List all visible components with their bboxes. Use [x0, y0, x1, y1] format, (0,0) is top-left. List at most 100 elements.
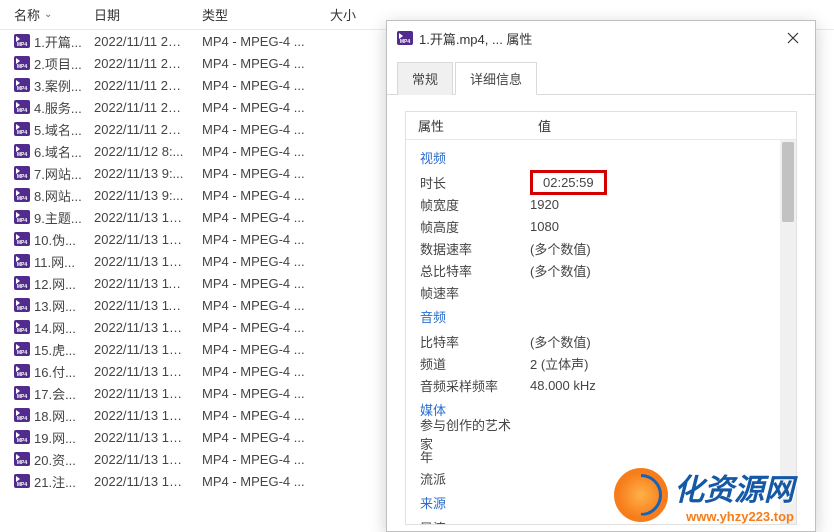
cell-type: MP4 - MPEG-4 ... [194, 166, 322, 181]
cell-name: 9.主题... [6, 208, 86, 227]
vertical-scrollbar[interactable] [780, 140, 796, 524]
scrollbar-thumb[interactable] [782, 142, 794, 222]
duration-highlight: 02:25:59 [530, 170, 607, 195]
cell-name: 13.网... [6, 296, 86, 315]
cell-date: 2022/11/11 21... [86, 34, 194, 49]
cell-date: 2022/11/12 8:... [86, 144, 194, 159]
tab-details[interactable]: 详细信息 [455, 62, 537, 95]
cell-type: MP4 - MPEG-4 ... [194, 254, 322, 269]
prop-frame-height[interactable]: 帧高度1080 [406, 215, 796, 237]
cell-date: 2022/11/11 22... [86, 122, 194, 137]
cell-date: 2022/11/13 17... [86, 474, 194, 489]
dialog-tabs: 常规 详细信息 [387, 55, 815, 95]
prop-frame-rate[interactable]: 帧速率 [406, 281, 796, 303]
mp4-file-icon [14, 232, 30, 246]
cell-type: MP4 - MPEG-4 ... [194, 452, 322, 467]
cell-type: MP4 - MPEG-4 ... [194, 210, 322, 225]
column-date[interactable]: 日期 [86, 5, 194, 24]
mp4-file-icon [14, 474, 30, 488]
cell-date: 2022/11/11 21... [86, 78, 194, 93]
column-name[interactable]: 名称⌄ [6, 5, 86, 24]
prop-data-rate[interactable]: 数据速率(多个数值) [406, 237, 796, 259]
cell-date: 2022/11/13 9:... [86, 166, 194, 181]
mp4-file-icon [14, 100, 30, 114]
cell-name: 5.域名... [6, 120, 86, 139]
cell-type: MP4 - MPEG-4 ... [194, 34, 322, 49]
column-type[interactable]: 类型 [194, 5, 322, 24]
cell-name: 2.项目... [6, 54, 86, 73]
mp4-file-icon [14, 34, 30, 48]
details-panel-inner: 属性 值 视频 时长02:25:59 帧宽度1920 帧高度1080 数据速率(… [405, 111, 797, 525]
mp4-file-icon [14, 254, 30, 268]
cell-date: 2022/11/11 21... [86, 100, 194, 115]
section-video: 视频 [406, 144, 796, 171]
cell-name: 16.付... [6, 362, 86, 381]
cell-name: 15.虎... [6, 340, 86, 359]
mp4-file-icon [14, 276, 30, 290]
mp4-file-icon [397, 31, 413, 45]
cell-type: MP4 - MPEG-4 ... [194, 122, 322, 137]
mp4-file-icon [14, 188, 30, 202]
cell-type: MP4 - MPEG-4 ... [194, 342, 322, 357]
dialog-title: 1.开篇.mp4, ... 属性 [419, 29, 771, 48]
cell-name: 3.案例... [6, 76, 86, 95]
cell-name: 1.开篇... [6, 32, 86, 51]
prop-genre[interactable]: 流派 [406, 467, 796, 489]
mp4-file-icon [14, 386, 30, 400]
cell-type: MP4 - MPEG-4 ... [194, 474, 322, 489]
mp4-file-icon [14, 364, 30, 378]
cell-name: 8.网站... [6, 186, 86, 205]
cell-date: 2022/11/13 10... [86, 254, 194, 269]
tab-general[interactable]: 常规 [397, 62, 453, 95]
header-property[interactable]: 属性 [406, 116, 526, 135]
cell-name: 10.伪... [6, 230, 86, 249]
prop-channels[interactable]: 频道2 (立体声) [406, 352, 796, 374]
prop-header: 属性 值 [406, 112, 796, 140]
prop-total-bitrate[interactable]: 总比特率(多个数值) [406, 259, 796, 281]
prop-sample-rate[interactable]: 音频采样频率48.000 kHz [406, 374, 796, 396]
cell-date: 2022/11/13 16... [86, 430, 194, 445]
cell-type: MP4 - MPEG-4 ... [194, 188, 322, 203]
cell-type: MP4 - MPEG-4 ... [194, 320, 322, 335]
prop-body: 视频 时长02:25:59 帧宽度1920 帧高度1080 数据速率(多个数值)… [406, 140, 796, 525]
cell-date: 2022/11/13 15... [86, 364, 194, 379]
cell-name: 19.网... [6, 428, 86, 447]
cell-date: 2022/11/13 15... [86, 342, 194, 357]
mp4-file-icon [14, 320, 30, 334]
dialog-titlebar[interactable]: 1.开篇.mp4, ... 属性 [387, 21, 815, 55]
prop-duration[interactable]: 时长02:25:59 [406, 171, 796, 193]
close-button[interactable] [771, 21, 815, 55]
prop-frame-width[interactable]: 帧宽度1920 [406, 193, 796, 215]
cell-date: 2022/11/13 11... [86, 276, 194, 291]
cell-name: 14.网... [6, 318, 86, 337]
header-value[interactable]: 值 [526, 116, 796, 135]
prop-director[interactable]: 导演 [406, 516, 796, 525]
cell-date: 2022/11/13 10... [86, 210, 194, 225]
cell-date: 2022/11/13 10... [86, 232, 194, 247]
cell-type: MP4 - MPEG-4 ... [194, 276, 322, 291]
mp4-file-icon [14, 408, 30, 422]
close-icon [787, 32, 799, 44]
prop-bit-rate[interactable]: 比特率(多个数值) [406, 330, 796, 352]
cell-type: MP4 - MPEG-4 ... [194, 386, 322, 401]
cell-type: MP4 - MPEG-4 ... [194, 364, 322, 379]
mp4-file-icon [14, 298, 30, 312]
section-audio: 音频 [406, 303, 796, 330]
cell-type: MP4 - MPEG-4 ... [194, 78, 322, 93]
cell-type: MP4 - MPEG-4 ... [194, 232, 322, 247]
mp4-file-icon [14, 210, 30, 224]
section-source: 来源 [406, 489, 796, 516]
mp4-file-icon [14, 452, 30, 466]
cell-date: 2022/11/13 9:... [86, 188, 194, 203]
prop-artists[interactable]: 参与创作的艺术家 [406, 423, 796, 445]
cell-name: 20.资... [6, 450, 86, 469]
cell-date: 2022/11/13 11... [86, 298, 194, 313]
prop-year[interactable]: 年 [406, 445, 796, 467]
details-panel: 属性 值 视频 时长02:25:59 帧宽度1920 帧高度1080 数据速率(… [387, 95, 815, 525]
properties-dialog: 1.开篇.mp4, ... 属性 常规 详细信息 属性 值 视频 时长02:25… [386, 20, 816, 532]
cell-name: 4.服务... [6, 98, 86, 117]
cell-type: MP4 - MPEG-4 ... [194, 56, 322, 71]
cell-type: MP4 - MPEG-4 ... [194, 430, 322, 445]
cell-name: 17.会... [6, 384, 86, 403]
cell-type: MP4 - MPEG-4 ... [194, 100, 322, 115]
